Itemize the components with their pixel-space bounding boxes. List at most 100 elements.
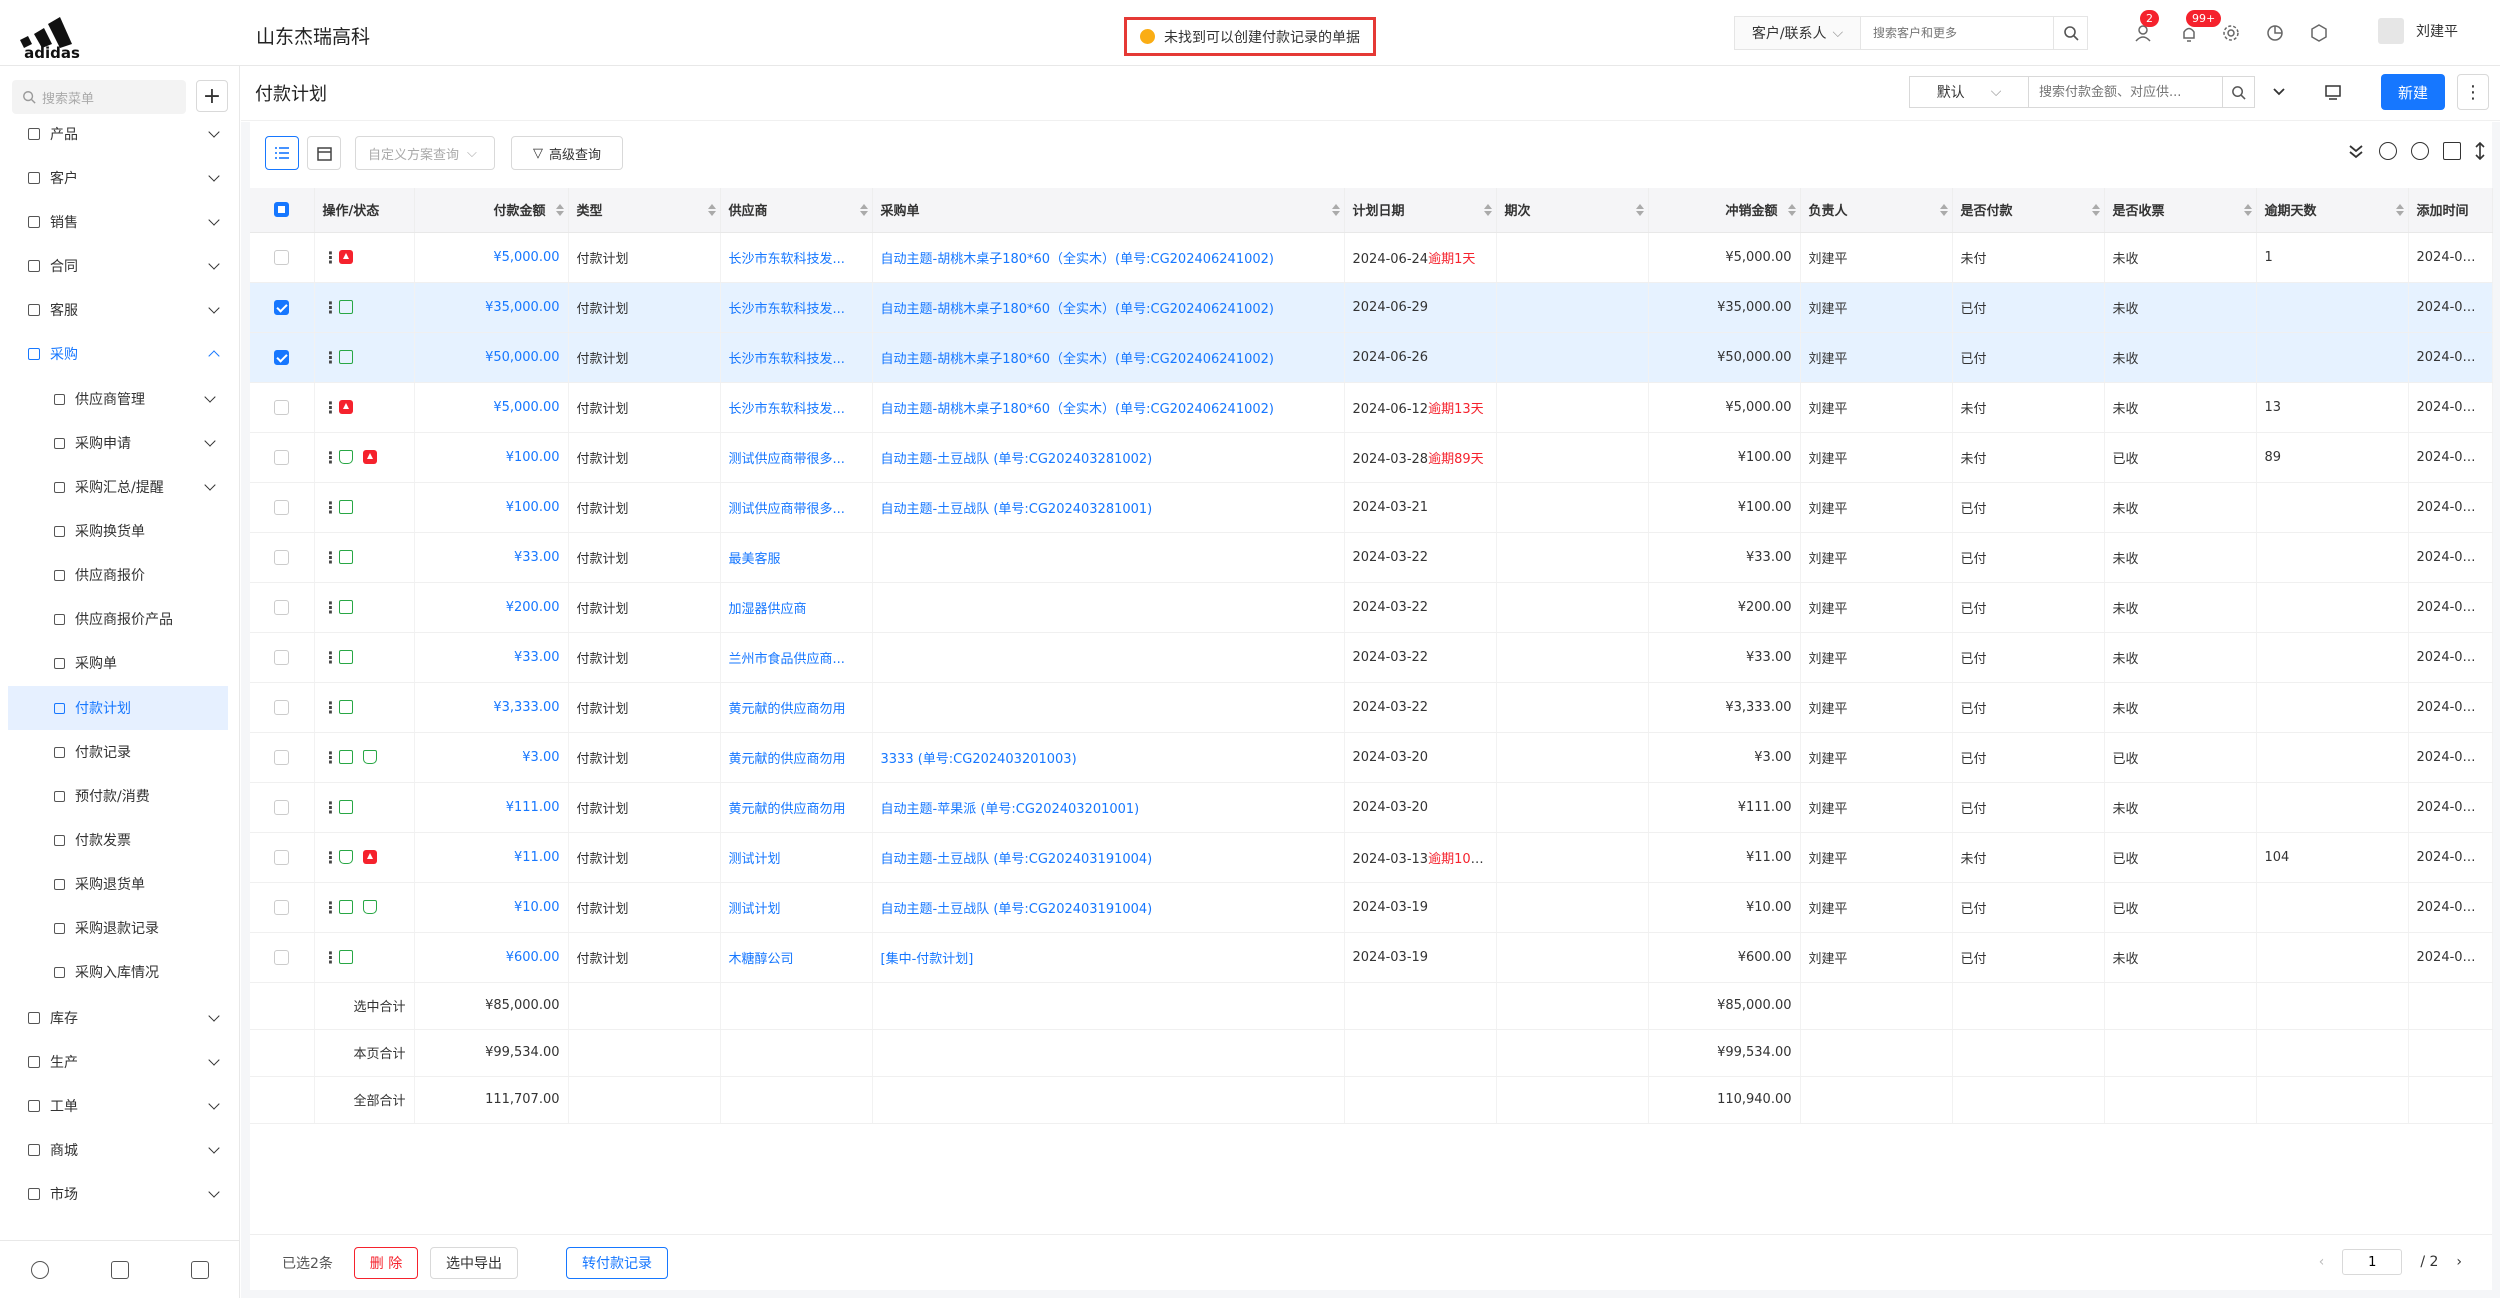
supplier-cell[interactable]: 木糖醇公司 [720,932,873,983]
sidebar-sub-order[interactable]: 采购单 [0,641,228,685]
supplier-cell[interactable]: 长沙市东软科技发... [720,382,873,433]
payment-doc-icon[interactable] [338,800,353,814]
more-vertical-icon[interactable]: ⋮ [323,948,339,967]
cube-icon[interactable] [2306,20,2332,46]
column-header[interactable]: 付款金额 [414,188,569,233]
payment-doc-icon[interactable] [338,950,353,964]
sidebar-sub-summary[interactable]: 采购汇总/提醒 [0,465,228,509]
table-row[interactable]: ⋮ ¥600.00 付款计划 木糖醇公司 [集中-付款计划] 2024-03-19 ¥600… [250,932,2493,983]
purchase-order-cell[interactable]: 自动主题-土豆战队 (单号:CG202403281002) [872,432,1345,483]
row-select-cell[interactable] [250,382,315,433]
column-header[interactable]: 是否付款 [1952,188,2105,233]
row-select-cell[interactable] [250,732,315,783]
search-icon[interactable] [2054,16,2088,50]
more-vertical-icon[interactable]: ⋮ [323,498,339,517]
row-checkbox[interactable] [274,599,290,615]
page-number-input[interactable] [2342,1249,2403,1275]
amount-cell[interactable]: ¥10.00 [414,882,569,933]
table-row[interactable]: ⋮ ¥10.00 付款计划 测试计划 自动主题-土豆战队 (单号:CG202403191… [250,882,2493,933]
column-header[interactable]: 是否收票 [2104,188,2257,233]
sidebar-item-contract[interactable]: 合同 [0,244,232,288]
chevron-down-icon[interactable] [2265,76,2293,108]
supplier-cell[interactable]: 测试计划 [720,882,873,933]
more-vertical-icon[interactable]: ⋮ [323,448,339,467]
supplier-cell[interactable]: 测试供应商带很多... [720,482,873,533]
table-row[interactable]: ⋮ ¥100.00 付款计划 测试供应商带很多... 自动主题-土豆战队 (单号:CG2… [250,432,2493,483]
row-select-cell[interactable] [250,682,315,733]
sort-icon[interactable] [1331,204,1340,216]
overdue-alert-icon[interactable] [338,250,353,264]
overdue-alert-icon[interactable] [362,450,377,464]
sidebar-sub-prepay[interactable]: 预付款/消费 [0,774,228,818]
adidas-logo[interactable]: adidas [14,8,90,60]
filter-settings-icon[interactable] [111,1260,129,1279]
purchase-order-cell[interactable]: [集中-付款计划] [872,932,1345,983]
convert-payment-record-button[interactable]: 转付款记录 [566,1247,668,1279]
sort-icon[interactable] [1787,204,1796,216]
row-checkbox[interactable] [274,899,290,915]
row-select-cell[interactable] [250,832,315,883]
menu-search-input[interactable]: 搜索菜单 [12,80,186,114]
supplier-cell[interactable]: 长沙市东软科技发... [720,332,873,383]
row-height-icon[interactable] [2475,141,2485,161]
payment-search-input[interactable] [2029,76,2223,108]
sidebar-sub-invoice[interactable]: 付款发票 [0,818,228,862]
sort-icon[interactable] [707,204,716,216]
sidebar-item-workorder[interactable]: 工单 [0,1084,232,1128]
payment-doc-icon[interactable] [338,600,353,614]
select-all-checkbox[interactable] [274,202,290,218]
row-select-cell[interactable] [250,232,315,283]
row-select-cell[interactable] [250,932,315,983]
user-menu[interactable]: 刘建平 [2378,18,2458,44]
invoice-cart-icon[interactable] [362,900,377,914]
select-all-header[interactable] [250,188,315,233]
collapse-menu-icon[interactable] [191,1260,209,1279]
new-button[interactable]: 新建 [2381,74,2445,110]
refresh-icon[interactable] [2379,142,2397,160]
sidebar-item-service[interactable]: 客服 [0,288,232,332]
row-checkbox[interactable] [274,749,290,765]
supplier-cell[interactable]: 最美客服 [720,532,873,583]
invoice-cart-icon[interactable] [338,450,353,464]
amount-cell[interactable]: ¥111.00 [414,782,569,833]
purchase-order-cell[interactable] [872,682,1345,733]
row-checkbox[interactable] [274,849,290,865]
row-checkbox[interactable] [274,549,290,565]
invoice-cart-icon[interactable] [338,850,353,864]
amount-cell[interactable]: ¥600.00 [414,932,569,983]
column-header[interactable]: 供应商 [720,188,873,233]
payment-doc-icon[interactable] [338,750,353,764]
sidebar-sub-refund[interactable]: 采购退款记录 [0,906,228,950]
search-icon[interactable] [2223,76,2255,108]
supplier-cell[interactable]: 兰州市食品供应商... [720,632,873,683]
row-checkbox[interactable] [274,399,290,415]
payment-doc-icon[interactable] [338,300,353,314]
amount-cell[interactable]: ¥3,333.00 [414,682,569,733]
advanced-query-button[interactable]: ▽ 高级查询 [511,136,623,170]
next-page-icon[interactable]: › [2456,1254,2462,1270]
row-checkbox[interactable] [274,299,290,315]
amount-cell[interactable]: ¥50,000.00 [414,332,569,383]
more-vertical-icon[interactable]: ⋮ [323,248,339,267]
amount-cell[interactable]: ¥33.00 [414,632,569,683]
purchase-order-cell[interactable]: 自动主题-土豆战队 (单号:CG202403191004) [872,832,1345,883]
payment-doc-icon[interactable] [338,650,353,664]
table-row[interactable]: ⋮ ¥3,333.00 付款计划 黄元献的供应商勿用 2024-03-22 ¥3,333.… [250,682,2493,733]
sidebar-item-customer[interactable]: 客户 [0,156,232,200]
invoice-cart-icon[interactable] [362,750,377,764]
scheme-select[interactable]: 自定义方案查询 ⌵ [355,136,495,170]
sidebar-sub-quote[interactable]: 供应商报价 [0,553,228,597]
sidebar-item-sales[interactable]: 销售 [0,200,232,244]
amount-cell[interactable]: ¥100.00 [414,482,569,533]
more-vertical-icon[interactable]: ⋮ [323,798,339,817]
sidebar-sub-return[interactable]: 采购退货单 [0,862,228,906]
sort-icon[interactable] [1635,204,1644,216]
sort-icon[interactable] [555,204,564,216]
sidebar-sub-quote-product[interactable]: 供应商报价产品 [0,597,228,641]
supplier-cell[interactable]: 测试供应商带很多... [720,432,873,483]
purchase-order-cell[interactable]: 3333 (单号:CG202403201003) [872,732,1345,783]
row-select-cell[interactable] [250,882,315,933]
delete-button[interactable]: 删 除 [354,1247,418,1279]
row-checkbox[interactable] [274,349,290,365]
amount-cell[interactable]: ¥5,000.00 [414,232,569,283]
